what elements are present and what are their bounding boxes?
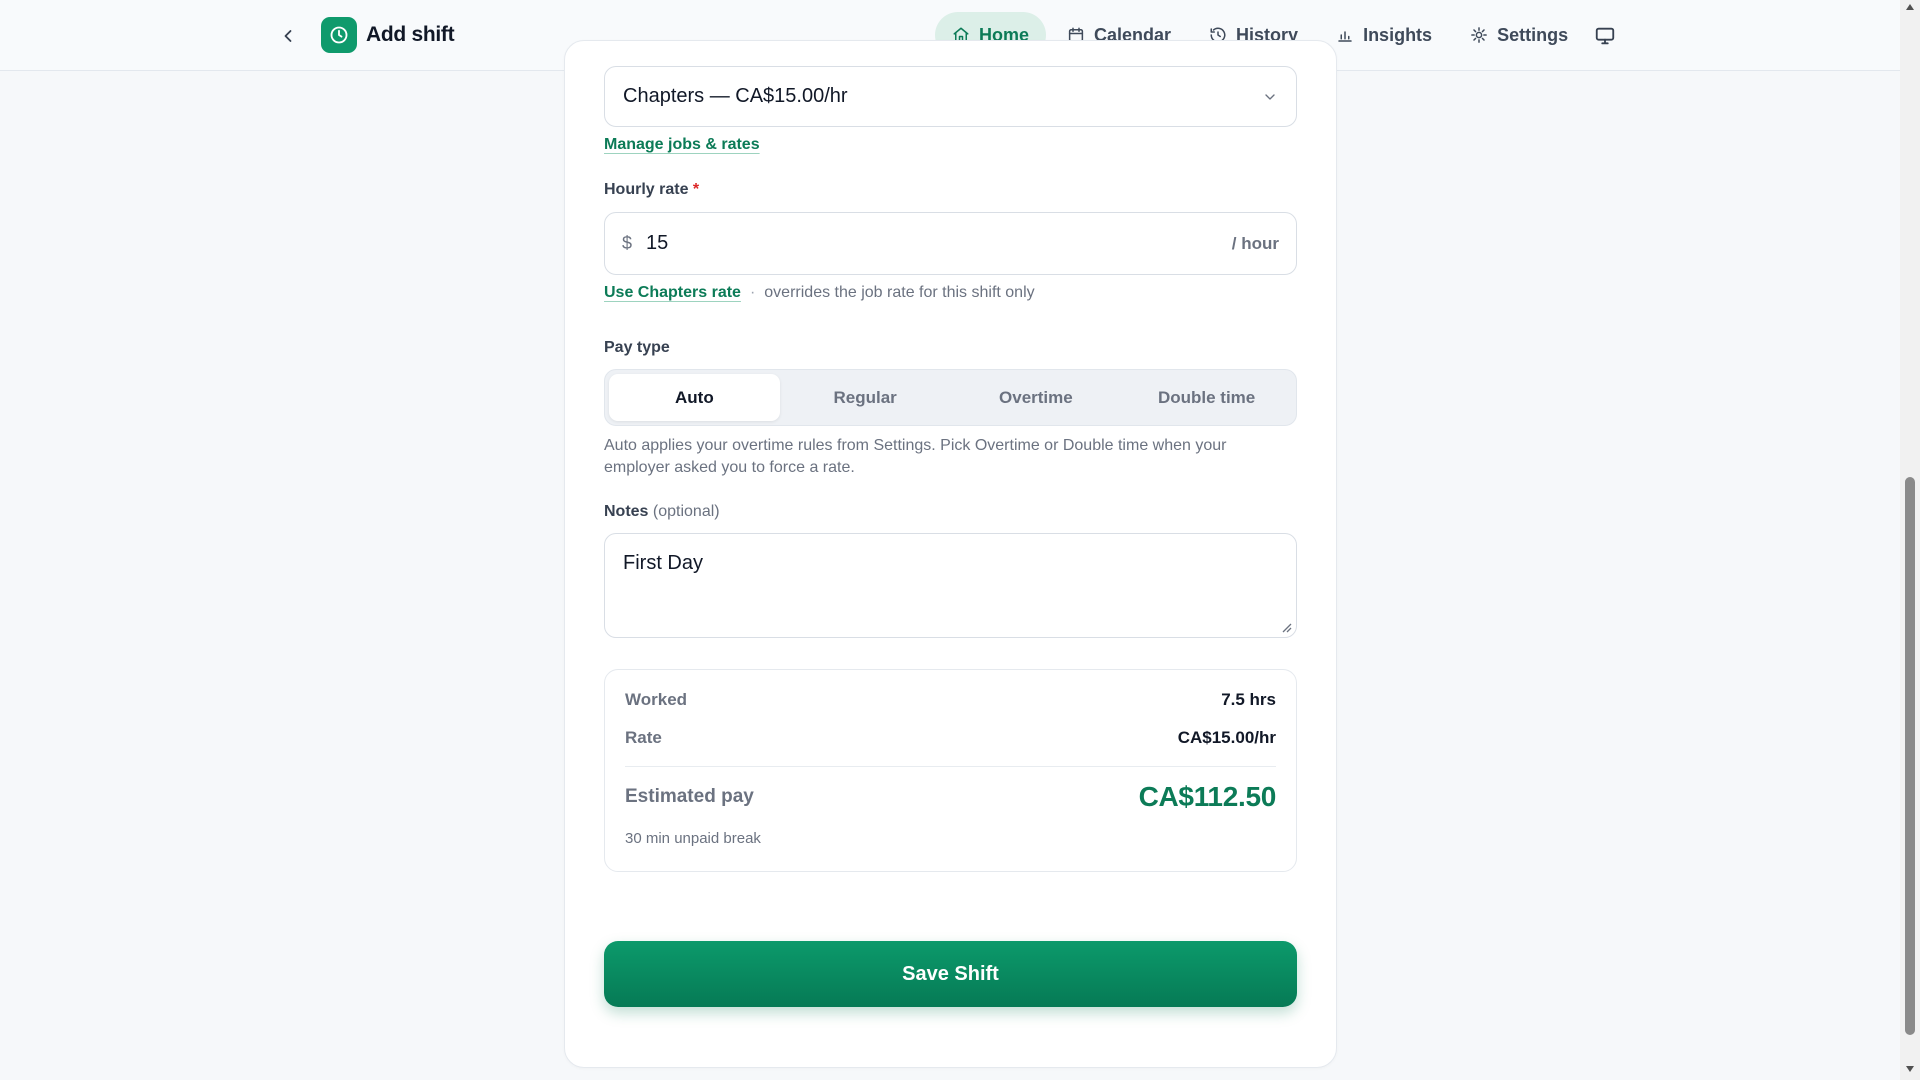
notes-field: First Day <box>604 533 1297 638</box>
rate-note: Use Chapters rate · overrides the job ra… <box>604 284 1035 302</box>
pay-type-double-time[interactable]: Double time <box>1121 374 1292 421</box>
break-note: 30 min unpaid break <box>625 830 761 847</box>
nav-settings-label: Settings <box>1497 24 1569 45</box>
summary-estimate-row: Estimated pay CA$112.50 <box>625 781 1276 813</box>
pay-type-help-text: Auto applies your overtime rules from Se… <box>604 437 1227 476</box>
display-mode-button[interactable] <box>1590 21 1620 51</box>
rate-label: Rate <box>625 728 662 747</box>
notes-textarea[interactable]: First Day <box>623 552 1278 619</box>
settings-icon <box>1471 27 1487 43</box>
pay-type-segmented-control: Auto Regular Overtime Double time <box>604 369 1297 426</box>
summary-divider <box>625 766 1276 767</box>
hourly-rate-field: $ / hour <box>604 212 1297 275</box>
hourly-rate-label-text: Hourly rate <box>604 181 689 198</box>
save-shift-button[interactable]: Save Shift <box>604 941 1297 1007</box>
pay-type-regular[interactable]: Regular <box>780 374 951 421</box>
estimated-pay-value: CA$112.50 <box>1138 781 1277 812</box>
separator-dot: · <box>749 284 756 301</box>
pay-type-overtime[interactable]: Overtime <box>951 374 1122 421</box>
hourly-rate-label: Hourly rate * <box>604 181 699 199</box>
notes-label: Notes (optional) <box>604 503 720 521</box>
manage-jobs-link[interactable]: Manage jobs & rates <box>604 136 760 154</box>
scroll-down-arrow-icon[interactable] <box>1906 1066 1914 1072</box>
rate-override-note: overrides the job rate for this shift on… <box>764 284 1035 301</box>
hourly-rate-input[interactable] <box>646 232 1232 255</box>
estimated-pay-label: Estimated pay <box>625 786 754 807</box>
notes-label-text: Notes <box>604 503 649 520</box>
rate-unit-suffix: / hour <box>1231 233 1279 253</box>
back-button[interactable] <box>272 20 304 52</box>
nav-insights[interactable]: Insights <box>1319 12 1449 58</box>
nav-insights-label: Insights <box>1363 24 1433 45</box>
currency-prefix: $ <box>622 233 633 253</box>
chevron-down-icon <box>1265 93 1275 100</box>
notes-optional-hint: (optional) <box>652 503 720 520</box>
pay-type-auto[interactable]: Auto <box>609 374 780 421</box>
job-select[interactable]: Chapters — CA$15.00/hr <box>604 66 1297 127</box>
worked-label: Worked <box>625 690 688 709</box>
chevron-left-icon <box>284 30 292 42</box>
clock-icon <box>330 26 348 44</box>
use-job-rate-link[interactable]: Use Chapters rate <box>604 284 741 302</box>
rate-value: CA$15.00/hr <box>1177 728 1276 747</box>
pay-summary: Worked 7.5 hrs Rate CA$15.00/hr Estimate… <box>604 669 1297 872</box>
pay-type-label: Pay type <box>604 339 670 356</box>
scroll-thumb[interactable] <box>1905 477 1915 1035</box>
page-scrollbar[interactable] <box>1900 0 1920 1080</box>
resize-grip-icon[interactable] <box>1280 621 1292 633</box>
nav-settings[interactable]: Settings <box>1453 12 1585 58</box>
page-title: Add shift <box>366 23 455 46</box>
monitor-icon <box>1595 27 1615 45</box>
job-select-value: Chapters — CA$15.00/hr <box>623 85 848 107</box>
required-marker: * <box>692 181 700 198</box>
insights-icon <box>1338 31 1352 42</box>
app-logo <box>321 17 357 53</box>
summary-worked-row: Worked 7.5 hrs <box>625 690 1276 710</box>
scroll-up-arrow-icon[interactable] <box>1906 4 1914 10</box>
worked-value: 7.5 hrs <box>1221 690 1276 709</box>
summary-rate-row: Rate CA$15.00/hr <box>625 728 1276 748</box>
